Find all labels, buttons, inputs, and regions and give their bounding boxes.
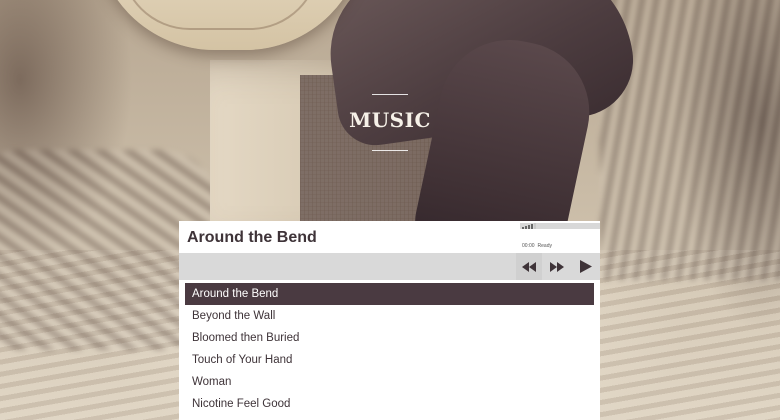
fast-forward-icon <box>550 261 564 272</box>
next-button[interactable] <box>544 253 570 280</box>
audio-player: Around the Bend 00:00 Ready Around the B… <box>179 221 600 420</box>
playlist-item[interactable]: Touch of Your Hand <box>185 349 594 371</box>
volume-meter[interactable] <box>522 223 536 229</box>
playlist-item[interactable]: Woman <box>185 371 594 393</box>
heading-rule-bottom <box>372 150 408 151</box>
status-text: Ready <box>537 243 552 249</box>
player-status: 00:00 Ready <box>522 243 555 249</box>
playlist-item[interactable]: Beyond the Wall <box>185 305 594 327</box>
elapsed-time: 00:00 <box>522 243 535 249</box>
volume-bar <box>531 224 533 229</box>
playlist: Around the Bend Beyond the Wall Bloomed … <box>185 283 594 415</box>
now-playing-title: Around the Bend <box>187 229 317 246</box>
playlist-item[interactable]: Nicotine Feel Good <box>185 393 594 415</box>
controls-bar <box>179 253 600 280</box>
volume-bar <box>522 227 524 229</box>
player-header: Around the Bend 00:00 Ready <box>179 221 600 253</box>
playlist-item[interactable]: Around the Bend <box>185 283 594 305</box>
volume-bar <box>534 223 536 229</box>
heading-rule-top <box>372 94 408 95</box>
volume-bar <box>525 226 527 229</box>
volume-bar <box>528 225 530 229</box>
play-button[interactable] <box>573 253 599 280</box>
player-meta: 00:00 Ready <box>517 221 600 253</box>
playlist-item[interactable]: Bloomed then Buried <box>185 327 594 349</box>
play-icon <box>580 260 592 273</box>
rewind-icon <box>522 261 536 272</box>
previous-button[interactable] <box>516 253 542 280</box>
page-title: MUSIC <box>349 108 431 132</box>
